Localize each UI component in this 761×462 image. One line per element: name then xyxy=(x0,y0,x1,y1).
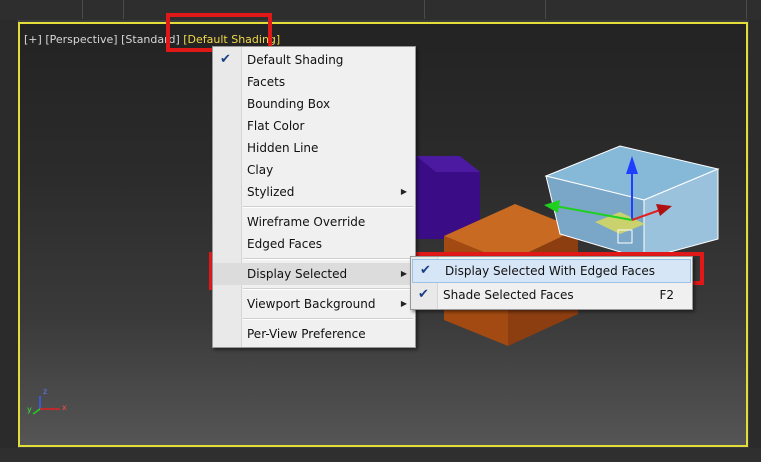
toolbar-cell xyxy=(425,0,546,19)
menu-item-bounding-box[interactable]: Bounding Box xyxy=(213,93,415,115)
display-selected-submenu[interactable]: ✔ Display Selected With Edged Faces ✔ Sh… xyxy=(410,256,693,310)
menu-item-hidden-line[interactable]: Hidden Line xyxy=(213,137,415,159)
viewport-menu-perspective[interactable]: [Perspective] xyxy=(45,33,117,46)
submenu-arrow-icon: ▶ xyxy=(400,299,407,308)
menu-item-label: Display Selected With Edged Faces xyxy=(445,264,655,278)
toolbar-cell xyxy=(83,0,124,19)
menu-separator xyxy=(243,206,413,208)
viewport-menu-plus[interactable]: [+] xyxy=(24,33,42,46)
toolbar-cell xyxy=(124,0,425,19)
menu-item-label: Bounding Box xyxy=(247,97,331,111)
menu-item-display-selected[interactable]: Display Selected ▶ xyxy=(213,263,415,285)
submenu-arrow-icon: ▶ xyxy=(400,187,407,196)
right-panel-strip xyxy=(749,20,761,450)
tripod-x-label: x xyxy=(62,403,67,412)
viewport-menu-standard[interactable]: [Standard] xyxy=(121,33,180,46)
check-icon: ✔ xyxy=(220,52,231,67)
menu-item-label: Edged Faces xyxy=(247,237,323,251)
menu-item-flat-color[interactable]: Flat Color xyxy=(213,115,415,137)
tripod-z-label: z xyxy=(43,387,48,396)
shortcut-label: F2 xyxy=(659,288,674,302)
menu-item-label: Facets xyxy=(247,75,286,89)
menu-item-label: Flat Color xyxy=(247,119,305,133)
menu-item-default-shading[interactable]: ✔ Default Shading xyxy=(213,49,415,71)
submenu-arrow-icon: ▶ xyxy=(400,269,407,278)
submenu-item-shade-selected-faces[interactable]: ✔ Shade Selected Faces F2 xyxy=(411,284,692,306)
menu-item-edged-faces[interactable]: Edged Faces xyxy=(213,233,415,255)
left-panel-strip xyxy=(0,20,19,450)
menu-item-facets[interactable]: Facets xyxy=(213,71,415,93)
viewport-menu-shading[interactable]: [Default Shading] xyxy=(183,33,280,46)
menu-item-wireframe-override[interactable]: Wireframe Override xyxy=(213,211,415,233)
menu-separator xyxy=(243,258,413,260)
menu-item-viewport-background[interactable]: Viewport Background ▶ xyxy=(213,293,415,315)
menu-item-label: Shade Selected Faces xyxy=(443,288,574,302)
submenu-item-display-selected-edged-faces[interactable]: ✔ Display Selected With Edged Faces xyxy=(412,259,691,283)
menu-item-label: Stylized xyxy=(247,185,295,199)
check-icon: ✔ xyxy=(418,287,429,302)
menu-item-clay[interactable]: Clay xyxy=(213,159,415,181)
menu-item-stylized[interactable]: Stylized ▶ xyxy=(213,181,415,203)
bottom-panel-strip xyxy=(0,448,761,462)
menu-item-label: Per-View Preference xyxy=(247,327,366,341)
menu-item-label: Viewport Background xyxy=(247,297,376,311)
menu-separator xyxy=(243,288,413,290)
toolbar-cell xyxy=(546,0,747,19)
toolbar-cell xyxy=(0,0,83,19)
viewport-labels: [+] [Perspective] [Standard] [Default Sh… xyxy=(24,33,280,46)
menu-item-label: Default Shading xyxy=(247,53,344,67)
menu-item-label: Wireframe Override xyxy=(247,215,366,229)
menu-item-label: Clay xyxy=(247,163,274,177)
shading-menu[interactable]: ✔ Default Shading Facets Bounding Box Fl… xyxy=(212,46,416,348)
tripod-y xyxy=(32,408,41,415)
check-icon: ✔ xyxy=(420,263,431,278)
menu-separator xyxy=(243,318,413,320)
menu-item-label: Hidden Line xyxy=(247,141,319,155)
menu-item-per-view-preference[interactable]: Per-View Preference xyxy=(213,323,415,345)
menu-item-label: Display Selected xyxy=(247,267,348,281)
tripod-y-label: y xyxy=(27,405,32,414)
top-toolbar-strip xyxy=(0,0,761,20)
